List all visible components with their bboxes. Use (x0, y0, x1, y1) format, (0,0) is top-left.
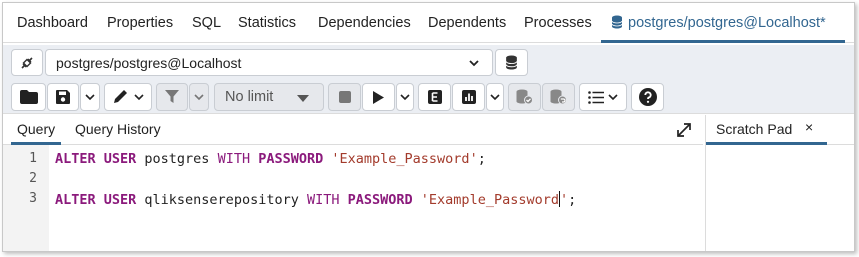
connection-select-value: postgres/postgres@Localhost (56, 55, 242, 71)
chevron-down-icon (608, 94, 618, 101)
database-icon (611, 15, 623, 29)
chevron-down-icon (469, 60, 479, 67)
new-connection-button[interactable] (495, 49, 528, 76)
connection-select[interactable]: postgres/postgres@Localhost (45, 49, 493, 76)
code-line: ALTER USER qliksenserepository WITH PASS… (55, 191, 576, 208)
commit-button[interactable] (508, 83, 541, 111)
connection-status-button[interactable] (11, 49, 43, 76)
tab-statistics[interactable]: Statistics (238, 15, 296, 31)
sql-string: 'Example_Password (331, 151, 470, 167)
tab-dashboard[interactable]: Dashboard (17, 15, 88, 31)
sql-string-end: ' (559, 192, 569, 208)
help-button[interactable] (631, 83, 664, 111)
tab-properties[interactable]: Properties (107, 15, 173, 31)
code-line: ALTER USER postgres WITH PASSWORD 'Examp… (55, 151, 486, 167)
database-icon (505, 55, 518, 70)
open-file-button[interactable] (11, 83, 46, 111)
main-tab-bar: Dashboard Properties SQL Statistics Depe… (3, 3, 854, 43)
chart-icon (461, 90, 476, 104)
explain-options-dropdown[interactable] (486, 83, 504, 111)
cancel-query-button[interactable] (328, 83, 361, 111)
expand-icon[interactable] (676, 122, 692, 138)
database-undo-icon (550, 89, 567, 105)
sql-keyword: PASSWORD (347, 192, 413, 208)
tab-dependents[interactable]: Dependents (428, 15, 506, 31)
folder-icon (19, 90, 38, 104)
sql-keyword: WITH (217, 151, 251, 167)
plug-icon (21, 56, 33, 69)
tab-sql[interactable]: SQL (192, 15, 221, 31)
sql-terminator: ; (568, 192, 577, 208)
tab-query-tool-label: postgres/postgres@Localhost* (628, 15, 826, 31)
save-file-button[interactable] (47, 83, 79, 111)
chevron-down-icon (85, 94, 95, 101)
line-number: 3 (29, 191, 37, 206)
stop-icon (338, 91, 351, 103)
explain-analyze-button[interactable] (452, 83, 485, 111)
row-limit-select[interactable]: No limit (214, 83, 324, 111)
connection-bar: postgres/postgres@Localhost (3, 45, 854, 81)
play-icon (373, 90, 384, 104)
sql-identifier: qliksenserepository (136, 192, 307, 208)
close-icon[interactable]: × (805, 119, 813, 135)
scratch-pad-textarea[interactable] (706, 145, 854, 251)
explain-icon (427, 90, 442, 104)
scratch-pad-title[interactable]: Scratch Pad (716, 121, 792, 137)
filter-icon (165, 90, 179, 103)
edit-menu-button[interactable] (104, 83, 152, 111)
line-number: 1 (29, 151, 37, 166)
caret-down-icon (297, 95, 309, 102)
explain-button[interactable] (418, 83, 451, 111)
sql-editor[interactable]: 1 2 3 ALTER USER postgres WITH PASSWORD … (3, 145, 703, 251)
tab-query-tool[interactable]: postgres/postgres@Localhost* (611, 15, 826, 31)
tab-query[interactable]: Query (17, 121, 55, 137)
save-options-dropdown[interactable] (80, 83, 100, 111)
chevron-down-icon (400, 94, 410, 101)
sql-keyword: ALTER USER (55, 192, 137, 208)
sql-keyword: PASSWORD (258, 151, 324, 167)
help-icon (638, 88, 657, 106)
execute-button[interactable] (362, 83, 395, 111)
database-check-icon (516, 89, 533, 105)
row-limit-value: No limit (225, 89, 274, 105)
sql-string: 'Example_Password (420, 192, 559, 208)
macros-menu-button[interactable] (579, 83, 627, 111)
line-number-gutter: 1 2 3 (3, 145, 49, 251)
active-tab-indicator (601, 40, 845, 43)
sql-terminator: ; (477, 151, 486, 167)
execute-options-dropdown[interactable] (396, 83, 414, 111)
sql-keyword: WITH (306, 192, 340, 208)
filter-button[interactable] (156, 83, 188, 111)
chevron-down-icon (490, 94, 500, 101)
query-tool-window: Dashboard Properties SQL Statistics Depe… (2, 2, 855, 252)
line-number: 2 (29, 171, 37, 186)
filter-options-dropdown[interactable] (189, 83, 209, 111)
chevron-down-icon (134, 94, 144, 101)
sql-string-end: ' (469, 151, 478, 167)
scratch-pad-header: Scratch Pad × (706, 115, 854, 145)
chevron-down-icon (194, 94, 204, 101)
editor-tab-bar: Query Query History (3, 115, 703, 145)
tab-processes[interactable]: Processes (524, 15, 592, 31)
pencil-icon (114, 90, 127, 103)
sql-identifier: postgres (136, 151, 218, 167)
tab-dependencies[interactable]: Dependencies (318, 15, 411, 31)
rollback-button[interactable] (542, 83, 575, 111)
save-icon (56, 90, 70, 104)
sql-keyword: ALTER USER (55, 151, 137, 167)
list-icon (588, 90, 604, 104)
tab-query-history[interactable]: Query History (75, 121, 161, 137)
query-toolbar: No limit (3, 81, 854, 114)
